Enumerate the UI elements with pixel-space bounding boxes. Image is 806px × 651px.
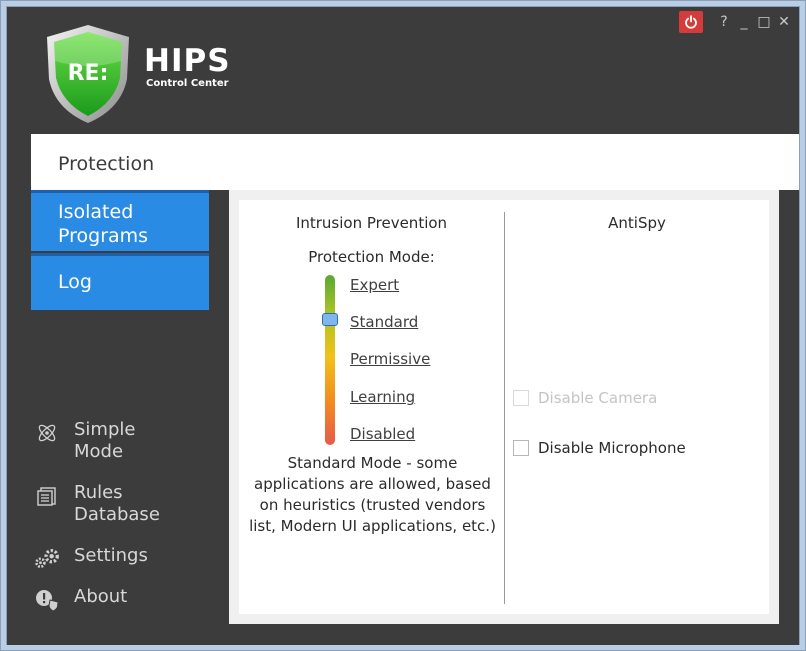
sidebar-item-label: Database	[74, 504, 160, 525]
sidebar-item-settings[interactable]: Settings	[33, 545, 148, 573]
mode-option-learning[interactable]: Learning	[350, 388, 415, 406]
nav-item-label-line: Programs	[58, 225, 149, 247]
nav-item-label-line: Isolated	[58, 201, 134, 223]
mode-option-permissive[interactable]: Permissive	[350, 350, 430, 368]
protection-mode-label: Protection Mode:	[308, 248, 435, 266]
disable-microphone-label[interactable]: Disable Microphone	[538, 439, 686, 457]
nav-item-isolated-programs[interactable]: Isolated Programs	[31, 190, 209, 251]
mode-description-line: list, Modern UI applications, etc.)	[249, 517, 496, 535]
sidebar-item-rules-database[interactable]: Rules Database	[33, 482, 160, 526]
nav-item-label-line: Log	[58, 271, 92, 293]
window-controls: ? _ □ ✕	[679, 11, 791, 33]
disable-camera-checkbox	[513, 390, 529, 406]
disable-microphone-option[interactable]: Disable Microphone	[513, 439, 686, 457]
database-icon	[33, 482, 61, 510]
column-divider	[504, 212, 505, 604]
sidebar-item-label: Rules	[74, 482, 123, 503]
sidebar-item-label: Settings	[74, 545, 148, 566]
disable-microphone-checkbox[interactable]	[513, 440, 529, 456]
sidebar-item-label: About	[74, 586, 128, 607]
brand-subtitle: Control Center	[146, 78, 229, 89]
mode-description-line: applications are allowed, based	[254, 475, 491, 493]
app-frame: RE: HIPS Control Center ? _ □ ✕ Protecti…	[7, 7, 799, 645]
protection-mode-slider[interactable]	[325, 275, 335, 445]
maximize-button[interactable]: □	[757, 11, 771, 33]
nav-item-protection-label: Protection	[58, 153, 155, 175]
help-button[interactable]: ?	[717, 11, 731, 33]
shield-logo-icon: RE:	[47, 25, 129, 123]
power-button[interactable]	[679, 11, 703, 33]
mode-option-standard[interactable]: Standard	[350, 313, 418, 331]
sidebar-item-simple-mode[interactable]: Simple Mode	[33, 419, 135, 463]
atom-icon	[33, 419, 61, 447]
disable-camera-label: Disable Camera	[538, 389, 658, 407]
mode-description: Standard Mode - some applications are al…	[239, 453, 506, 537]
antispy-title: AntiSpy	[608, 214, 666, 232]
protection-panel: Intrusion Prevention AntiSpy Protection …	[239, 200, 769, 614]
mode-description-line: on heuristics (trusted vendors	[259, 496, 486, 514]
sidebar-item-about[interactable]: About	[33, 586, 127, 614]
sidebar-item-label: Mode	[74, 441, 124, 462]
sidebar-item-label: Simple	[74, 419, 136, 440]
mode-description-line: Standard Mode - some	[287, 454, 458, 472]
content-header-band	[209, 134, 799, 190]
mode-option-expert[interactable]: Expert	[350, 276, 399, 294]
main-content: Intrusion Prevention AntiSpy Protection …	[229, 190, 779, 624]
logo-text: RE:	[68, 61, 109, 86]
minimize-button[interactable]: _	[737, 11, 751, 33]
nav-item-log[interactable]: Log	[31, 253, 209, 310]
app-window: RE: HIPS Control Center ? _ □ ✕ Protecti…	[0, 0, 806, 651]
brand-title: HIPS	[144, 43, 231, 79]
info-icon	[33, 586, 61, 614]
gears-icon	[33, 545, 61, 573]
close-button[interactable]: ✕	[777, 11, 791, 33]
mode-option-disabled[interactable]: Disabled	[350, 425, 415, 443]
disable-camera-option: Disable Camera	[513, 389, 657, 407]
power-icon	[685, 15, 697, 29]
intrusion-prevention-title: Intrusion Prevention	[295, 214, 448, 232]
protection-mode-slider-thumb[interactable]	[322, 313, 338, 326]
